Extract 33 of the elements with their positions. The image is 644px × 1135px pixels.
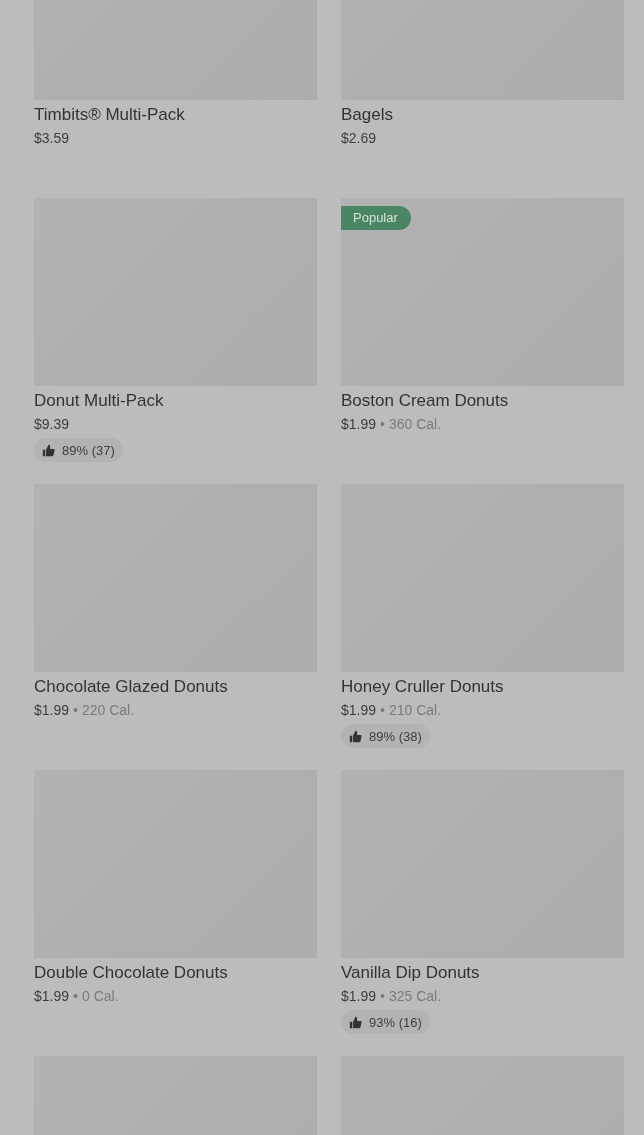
popular-tag: Popular: [341, 206, 411, 230]
item-name[interactable]: Donut Multi-Pack: [34, 390, 164, 412]
item-calories: 220 Cal.: [81, 701, 135, 720]
item-name[interactable]: Boston Cream Donuts: [341, 390, 509, 412]
item-calories: 0 Cal.: [81, 987, 119, 1006]
item-price: $2.69: [341, 129, 377, 148]
rating-text: 89% (38): [369, 728, 422, 744]
item-name[interactable]: Chocolate Glazed Donuts: [34, 676, 228, 698]
item-calories: 360 Cal.: [388, 415, 442, 434]
item-price: $1.99: [34, 987, 70, 1006]
item-name[interactable]: Timbits® Multi-Pack: [34, 104, 185, 126]
separator-dot: •: [380, 987, 385, 1006]
rating-text: 89% (37): [62, 442, 115, 458]
item-name[interactable]: Vanilla Dip Donuts: [341, 962, 480, 984]
item-price: $1.99: [341, 701, 377, 720]
item-price: $9.39: [34, 415, 70, 434]
item-calories: 210 Cal.: [388, 701, 442, 720]
rating-text: 93% (16): [369, 1014, 422, 1030]
item-name[interactable]: Honey Cruller Donuts: [341, 676, 504, 698]
item-price: $3.59: [34, 129, 70, 148]
separator-dot: •: [380, 701, 385, 720]
item-price: $1.99: [341, 415, 377, 434]
separator-dot: •: [73, 987, 78, 1006]
item-name[interactable]: Double Chocolate Donuts: [34, 962, 228, 984]
item-price: $1.99: [34, 701, 70, 720]
thumbs-up-icon: [349, 729, 362, 743]
thumbs-up-icon: [42, 443, 55, 457]
separator-dot: •: [73, 701, 78, 720]
item-name[interactable]: Bagels: [341, 104, 393, 126]
separator-dot: •: [380, 415, 385, 434]
item-calories: 325 Cal.: [388, 987, 442, 1006]
thumbs-up-icon: [349, 1015, 362, 1029]
item-price: $1.99: [341, 987, 377, 1006]
